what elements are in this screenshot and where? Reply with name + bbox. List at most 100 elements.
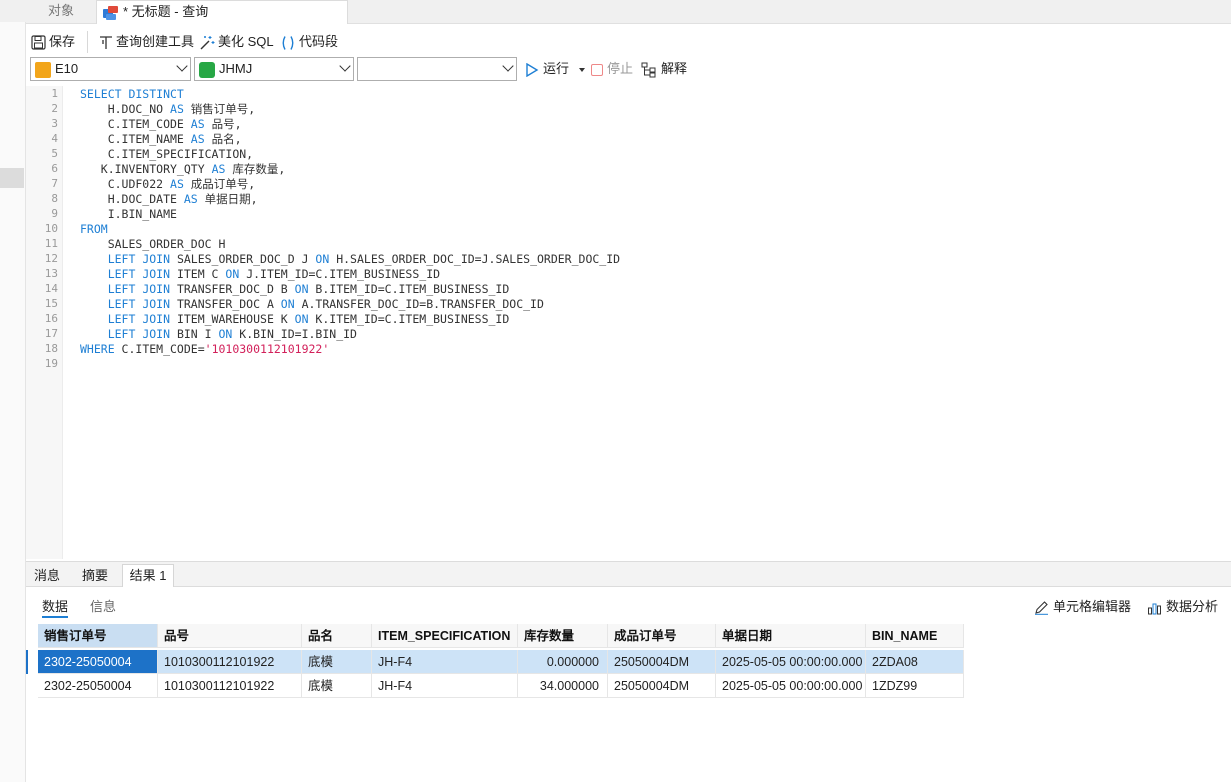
query-builder-button[interactable]: 查询创建工具 — [99, 31, 194, 53]
column-header[interactable]: 销售订单号 — [38, 624, 158, 648]
code-line[interactable]: LEFT JOIN TRANSFER_DOC_D B ON B.ITEM_ID=… — [80, 282, 510, 297]
line-number: 13 — [44, 267, 58, 280]
line-number: 2 — [51, 102, 58, 115]
table-cell[interactable]: 25050004DM — [608, 674, 716, 698]
sql-editor[interactable]: 1 2 3 4 5 6 7 8 9 10 11 12 13 14 15 16 1… — [26, 86, 1231, 559]
code-line[interactable]: K.INVENTORY_QTY AS 库存数量, — [80, 162, 286, 177]
table-cell[interactable]: 2ZDA08 — [866, 650, 964, 674]
table-row[interactable]: 2302-25050004 1010300112101922 底模 JH-F4 34.0… — [26, 674, 970, 698]
run-button[interactable]: 运行 — [525, 58, 585, 80]
beautify-sql-button[interactable]: 美化 SQL — [199, 31, 274, 53]
line-number: 8 — [51, 192, 58, 205]
connection-value: E10 — [55, 61, 79, 76]
code-snippet-label: 代码段 — [299, 34, 339, 49]
query-builder-label: 查询创建工具 — [116, 34, 195, 49]
save-icon — [31, 35, 46, 50]
row-selector[interactable] — [26, 674, 38, 698]
toolbar-divider — [87, 31, 88, 53]
tab-info[interactable]: 信息 — [90, 596, 116, 618]
code-line[interactable]: LEFT JOIN BIN I ON K.BIN_ID=I.BIN_ID — [80, 327, 357, 342]
table-cell[interactable]: JH-F4 — [372, 674, 518, 698]
code-snippet-button[interactable]: 代码段 — [280, 31, 338, 53]
code-line[interactable]: C.ITEM_NAME AS 品名, — [80, 132, 242, 147]
table-cell[interactable]: 1010300112101922 — [158, 674, 302, 698]
column-header[interactable]: BIN_NAME — [866, 624, 964, 648]
tab-summary[interactable]: 摘要 — [76, 565, 114, 588]
code-line[interactable]: FROM — [80, 222, 108, 237]
stop-label: 停止 — [607, 61, 634, 76]
data-analysis-button[interactable]: 数据分析 — [1147, 596, 1218, 615]
column-header[interactable]: 单据日期 — [716, 624, 866, 648]
database-select[interactable]: JHMJ — [194, 57, 354, 81]
chevron-down-icon — [176, 60, 188, 72]
column-header[interactable]: 成品订单号 — [608, 624, 716, 648]
line-number: 18 — [44, 342, 58, 355]
schema-select[interactable] — [357, 57, 517, 81]
code-line[interactable]: C.ITEM_CODE AS 品号, — [80, 117, 242, 132]
table-cell[interactable]: 2302-25050004 — [38, 650, 158, 674]
explain-button[interactable]: 解释 — [641, 58, 687, 80]
code-line[interactable]: C.ITEM_SPECIFICATION, — [80, 147, 253, 162]
database-value: JHMJ — [219, 61, 253, 76]
code-line[interactable]: LEFT JOIN SALES_ORDER_DOC_D J ON H.SALES… — [80, 252, 620, 267]
panel-collapse-handle[interactable] — [0, 168, 24, 188]
table-cell[interactable]: JH-F4 — [372, 650, 518, 674]
tab-objects[interactable]: 对象 — [26, 0, 96, 24]
column-header[interactable]: 品名 — [302, 624, 372, 648]
table-cell[interactable]: 2025-05-05 00:00:00.000 — [716, 650, 866, 674]
code-line[interactable]: I.BIN_NAME — [80, 207, 177, 222]
line-number: 6 — [51, 162, 58, 175]
tab-messages[interactable]: 消息 — [28, 565, 66, 588]
line-number: 4 — [51, 132, 58, 145]
table-cell[interactable]: 25050004DM — [608, 650, 716, 674]
code-line[interactable]: LEFT JOIN TRANSFER_DOC A ON A.TRANSFER_D… — [80, 297, 544, 312]
run-dropdown-icon[interactable] — [578, 67, 585, 72]
table-cell[interactable]: 2025-05-05 00:00:00.000 — [716, 674, 866, 698]
grid-header-row: 销售订单号 品号 品名 ITEM_SPECIFICATION 库存数量 成品订单号 单据日期… — [26, 624, 970, 648]
code-line[interactable]: LEFT JOIN ITEM C ON J.ITEM_ID=C.ITEM_BUS… — [80, 267, 440, 282]
connection-icon — [35, 61, 51, 78]
edit-pencil-icon — [1035, 601, 1048, 615]
table-cell[interactable]: 0.000000 — [518, 650, 608, 674]
connection-selector-row: E10 JHMJ 运行 停止 解释 — [26, 57, 1231, 83]
parentheses-icon — [282, 35, 294, 50]
line-number: 19 — [44, 357, 58, 370]
code-line[interactable]: H.DOC_DATE AS 单据日期, — [80, 192, 258, 207]
code-line[interactable]: C.UDF022 AS 成品订单号, — [80, 177, 256, 192]
line-number: 10 — [44, 222, 58, 235]
beautify-sql-label: 美化 SQL — [218, 34, 274, 49]
column-header[interactable]: ITEM_SPECIFICATION — [372, 624, 518, 648]
tab-data[interactable]: 数据 — [42, 596, 69, 618]
table-cell[interactable]: 1ZDZ99 — [866, 674, 964, 698]
column-header[interactable]: 库存数量 — [518, 624, 608, 648]
table-cell[interactable]: 34.000000 — [518, 674, 608, 698]
save-label: 保存 — [49, 34, 76, 49]
code-line[interactable]: LEFT JOIN ITEM_WAREHOUSE K ON K.ITEM_ID=… — [80, 312, 510, 327]
line-number: 12 — [44, 252, 58, 265]
save-button[interactable]: 保存 — [31, 31, 75, 53]
stop-button[interactable]: 停止 — [591, 58, 633, 80]
code-line[interactable]: WHERE C.ITEM_CODE='1010300112101922' — [80, 342, 329, 357]
column-header[interactable]: 品号 — [158, 624, 302, 648]
cell-editor-button[interactable]: 单元格编辑器 — [1034, 596, 1131, 615]
table-row[interactable]: 2302-25050004 1010300112101922 底模 JH-F4 0.00… — [26, 650, 970, 674]
code-line[interactable]: H.DOC_NO AS 销售订单号, — [80, 102, 256, 117]
tab-result-1[interactable]: 结果 1 — [122, 564, 174, 587]
left-panel-gutter — [0, 22, 26, 782]
tab-untitled-query[interactable]: * 无标题 - 查询 — [96, 0, 348, 24]
table-cell[interactable]: 底模 — [302, 650, 372, 674]
row-selector[interactable] — [26, 650, 38, 674]
code-line[interactable]: SELECT DISTINCT — [80, 87, 184, 102]
connection-select[interactable]: E10 — [30, 57, 191, 81]
table-cell[interactable]: 底模 — [302, 674, 372, 698]
query-builder-icon — [100, 36, 112, 50]
result-subtabs: 数据 信息 单元格编辑器 数据分析 — [26, 590, 1231, 620]
line-number: 5 — [51, 147, 58, 160]
table-cell[interactable]: 1010300112101922 — [158, 650, 302, 674]
table-cell[interactable]: 2302-25050004 — [38, 674, 158, 698]
tab-query-label: * 无标题 - 查询 — [123, 4, 209, 19]
code-line[interactable]: SALES_ORDER_DOC H — [80, 237, 226, 252]
document-tab-strip: 对象 * 无标题 - 查询 — [0, 0, 1231, 24]
query-icon — [103, 5, 119, 20]
result-panel-tabs: 消息 摘要 结果 1 — [26, 561, 1231, 587]
